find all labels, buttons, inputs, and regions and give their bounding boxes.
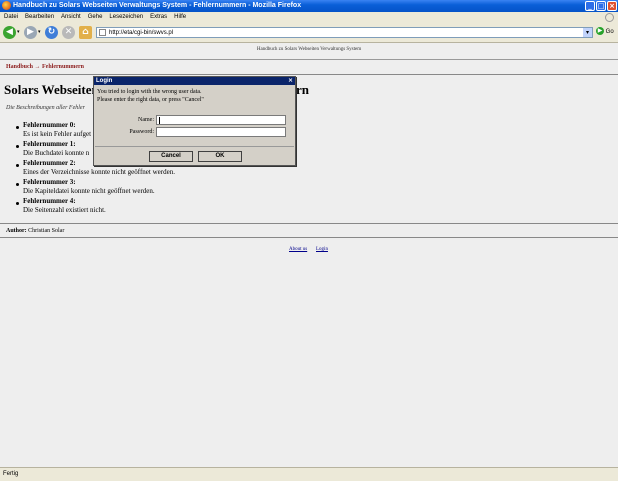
bullet-icon <box>16 164 19 167</box>
menu-extras[interactable]: Extras <box>150 14 167 20</box>
menu-ansicht[interactable]: Ansicht <box>61 14 81 20</box>
bullet-icon <box>16 145 19 148</box>
minimize-button[interactable]: _ <box>585 1 595 11</box>
home-icon[interactable]: ⌂ <box>79 26 92 39</box>
error-name: Fehlernummer 1: <box>23 140 76 148</box>
menu-lesezeichen[interactable]: Lesezeichen <box>109 14 143 20</box>
author-divider-top <box>0 223 618 224</box>
dialog-divider <box>95 146 294 147</box>
error-name: Fehlernummer 2: <box>23 159 76 167</box>
forward-dropdown-icon[interactable]: ▾ <box>38 29 41 36</box>
error-name: Fehlernummer 0: <box>23 121 76 129</box>
navigation-toolbar: ◀ ▾ ▶ ▾ ↻ ✕ ⌂ http://eta/cgi-bin/swvs.pl… <box>0 23 618 43</box>
close-window-button[interactable]: × <box>607 1 617 11</box>
cancel-button[interactable]: Cancel <box>149 151 193 162</box>
intro-text: Die Beschreibungen aller Fehler <box>6 105 85 111</box>
back-dropdown-icon[interactable]: ▾ <box>17 29 20 36</box>
firefox-logo-icon <box>2 1 11 10</box>
throbber-icon <box>605 13 614 22</box>
author-line: Author: Christian Solar <box>6 227 64 235</box>
password-field[interactable] <box>156 127 286 137</box>
login-link[interactable]: Login <box>316 246 328 253</box>
menu-hilfe[interactable]: Hilfe <box>174 14 186 20</box>
go-arrow-icon: ▶ <box>596 27 604 36</box>
text-cursor <box>159 117 160 124</box>
stop-icon[interactable]: ✕ <box>62 26 75 39</box>
about-us-link[interactable]: About us <box>289 246 307 253</box>
breadcrumb-divider <box>0 74 618 75</box>
page-icon <box>99 29 106 36</box>
bullet-icon <box>16 202 19 205</box>
menu-bar: Datei Bearbeiten Ansicht Gehe Lesezeichen Ext… <box>0 12 618 23</box>
go-label: Go <box>605 29 614 35</box>
ok-button[interactable]: OK <box>198 151 242 162</box>
dialog-close-button[interactable]: × <box>288 77 293 85</box>
header-divider <box>0 59 618 60</box>
dialog-message-line2: Please enter the right data, or press "C… <box>97 97 204 103</box>
page-title-tail: rn <box>296 82 309 97</box>
author-label: Author: <box>6 228 27 234</box>
back-arrow-icon[interactable]: ◀ <box>3 26 16 39</box>
error-description: Die Kapiteldatei konnte nicht geöffnet w… <box>23 187 155 195</box>
error-description: Eines der Verzeichnisse konnte nicht geö… <box>23 168 175 176</box>
dialog-title: Login <box>96 78 113 84</box>
bullet-icon <box>16 126 19 129</box>
maximize-button[interactable]: □ <box>596 1 606 11</box>
window-title: Handbuch zu Solars Webseiten Verwaltungs… <box>13 2 302 9</box>
reload-icon[interactable]: ↻ <box>45 26 58 39</box>
bullet-icon <box>16 183 19 186</box>
name-label: Name: <box>138 117 154 123</box>
breadcrumb[interactable]: Handbuch → Fehlernummern <box>6 63 84 71</box>
menu-datei[interactable]: Datei <box>4 14 18 20</box>
window-titlebar: Handbuch zu Solars Webseiten Verwaltungs… <box>0 0 618 12</box>
menu-bearbeiten[interactable]: Bearbeiten <box>25 14 54 20</box>
name-field[interactable] <box>156 115 286 125</box>
error-description: Es ist kein Fehler aufget <box>23 130 92 138</box>
error-name: Fehlernummer 4: <box>23 197 76 205</box>
url-bar[interactable]: http://eta/cgi-bin/swvs.pl ▾ <box>96 27 593 38</box>
error-name: Fehlernummer 3: <box>23 178 76 186</box>
url-dropdown-icon[interactable]: ▾ <box>583 28 592 37</box>
page-title: Solars Webseiten <box>4 82 99 97</box>
url-text[interactable]: http://eta/cgi-bin/swvs.pl <box>109 28 173 38</box>
dialog-message-line1: You tried to login with the wrong user d… <box>97 89 202 95</box>
forward-arrow-icon[interactable]: ▶ <box>24 26 37 39</box>
status-bar: Fertig <box>0 467 618 481</box>
author-divider-bottom <box>0 237 618 238</box>
site-header: Handbuch zu Solars Webseiten Verwaltungs… <box>0 43 618 59</box>
status-text: Fertig <box>3 471 19 477</box>
login-dialog: Login × You tried to login with the wron… <box>93 76 296 166</box>
error-description: Die Buchdatei konnte n <box>23 149 90 157</box>
dialog-titlebar: Login × <box>94 77 295 85</box>
author-name: Christian Solar <box>28 228 65 234</box>
go-button[interactable]: ▶ Go <box>596 27 616 38</box>
password-label: Password: <box>129 129 154 135</box>
site-header-text: Handbuch zu Solars Webseiten Verwaltungs… <box>256 47 362 52</box>
menu-gehe[interactable]: Gehe <box>88 14 103 20</box>
error-description: Die Seitenzahl existiert nicht. <box>23 206 106 214</box>
